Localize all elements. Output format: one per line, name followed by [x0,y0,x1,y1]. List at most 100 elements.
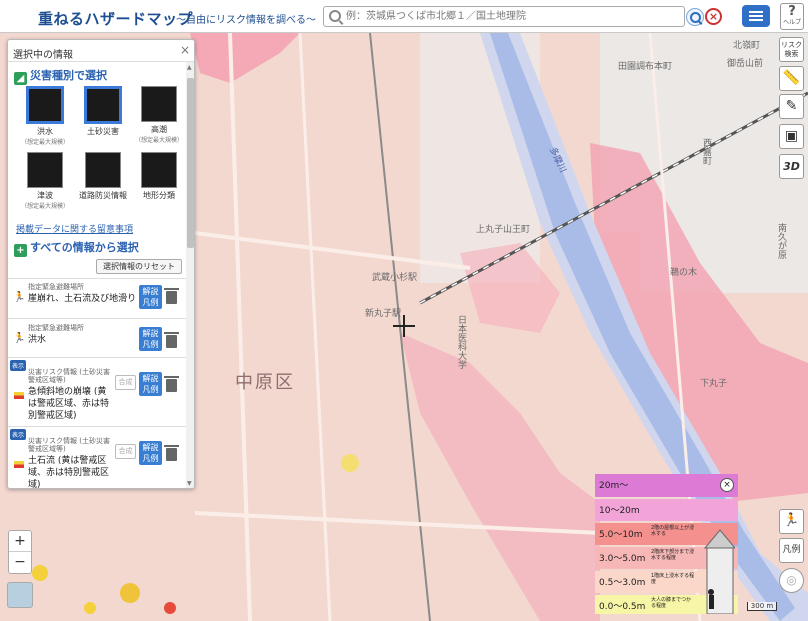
legend-close-button[interactable]: × [720,478,734,492]
legend-swatch [14,461,24,468]
legend-desc: 2階の屋根以上が浸水する [651,525,695,537]
app-header: 重ねるハザードマップ ～自由にリスク情報を調べる～ × ? ヘルプ [0,0,808,33]
toolbox-icon[interactable]: ▣ [779,124,804,149]
app-title[interactable]: 重ねるハザードマップ [38,8,193,29]
ward-label: 中原区 [235,372,295,393]
legend-value: 20m～ [599,481,629,491]
layer-name: 急傾斜地の崩壊 (黄は警戒区域、赤は特別警戒区域) [28,387,110,421]
place-label: 御岳山前 [727,59,764,69]
clear-search-button[interactable]: × [705,8,722,25]
scroll-up-icon[interactable]: ▲ [187,64,192,71]
hazard-landslide[interactable]: 土砂災害 [74,86,132,137]
hazard-label: 土砂災害 [87,127,119,136]
zoom-control: + − [8,530,32,574]
layer-category: 災害リスク情報 (土砂災害警戒区域等) [28,368,110,384]
tsunami-icon [27,152,63,188]
layer-item: 🏃 指定緊急避難場所 洪水 解説 凡例 [8,318,186,355]
delete-icon[interactable] [164,288,179,304]
zoom-in-button[interactable]: + [9,531,31,552]
hazard-tsunami[interactable]: 津波 （想定最大規模） [16,152,74,210]
pencil-icon[interactable]: ✎ [779,94,804,119]
scale-bar: 300 m [747,602,777,611]
reset-selection-button[interactable]: 選択情報のリセット [96,259,182,274]
legend-value: 10～20m [599,506,640,516]
data-notes-link[interactable]: 掲載データに関する留意事項 [16,222,133,235]
legend-button[interactable]: 解説 凡例 [139,372,162,396]
hazard-flood[interactable]: 洪水 （想定最大規模） [16,86,74,146]
landslide-icon [84,86,122,124]
visibility-badge[interactable]: 表示 [10,360,27,371]
delete-icon[interactable] [164,376,179,392]
place-label: 下丸子 [700,379,728,389]
hazard-sub: （想定最大規模） [134,137,183,144]
all-info-heading[interactable]: + すべての情報から選択 [14,239,139,257]
house-depth-icon [703,529,735,614]
flood-icon [26,86,64,124]
hazard-label: 道路防災情報 [79,191,127,200]
panel-scrollbar[interactable]: ▲ ▼ [186,62,194,488]
help-label: ヘルプ [782,19,801,26]
legend-value: 3.0～5.0m [599,554,646,564]
layer-category: 指定緊急避難場所 [28,324,84,332]
ruler-icon[interactable]: 📏 [779,66,804,91]
legend-desc: 大人の膝までつかる程度 [651,597,692,609]
layer-category: 災害リスク情報 (土砂災害警戒区域等) [28,437,110,453]
legend-value: 0.0～0.5m [599,602,646,612]
layer-category: 指定緊急避難場所 [28,283,84,291]
place-label: 武蔵小杉駅 [372,273,418,283]
plus-icon: + [14,244,27,257]
flood-depth-legend: 20m～ × 10～20m 5.0～10m 2階の屋根以上が浸水する 3.0～5… [595,474,738,614]
place-label: 田園調布本町 [618,62,673,72]
search-button[interactable] [686,8,704,26]
layer-item: 🏃 指定緊急避難場所 崖崩れ、土石流及び地滑り 解説 凡例 [8,278,186,316]
help-icon: ? [788,4,796,19]
hazard-label: 津波 [37,191,53,200]
delete-icon[interactable] [164,445,179,461]
evacuation-site-icon[interactable]: 🏃 [779,509,804,534]
hazard-road[interactable]: 道路防災情報 [74,152,132,201]
layer-item: 表示 災害リスク情報 (土砂災害警戒区域等) 土石流 (黄は警戒区域、赤は特別警… [8,426,186,489]
place-label: 西嘉町 [701,138,711,165]
panel-header: 選択中の情報 × [8,40,194,62]
legend-value: 0.5～3.0m [599,578,646,588]
hazard-terrain[interactable]: 地形分類 [130,152,188,201]
combine-button[interactable]: 合成 [115,444,136,459]
menu-button[interactable] [742,5,770,27]
scroll-thumb[interactable] [187,78,194,248]
basemap-switcher[interactable] [7,582,33,608]
layer-name: 土石流 (黄は警戒区域、赤は特別警戒区域) [28,456,110,489]
risk-search-button[interactable]: リスク検索 [779,37,804,62]
hazard-label: 高潮 [151,125,167,134]
hazard-label: 地形分類 [143,191,175,200]
selected-info-panel: 選択中の情報 × ◢ 災害種別で選択 洪水 （想定最大規模） 土砂災害 高潮 （想… [7,39,195,489]
3d-button[interactable]: 3D [779,154,804,179]
delete-icon[interactable] [164,332,179,348]
visibility-badge[interactable]: 表示 [10,429,27,440]
layer-name: 崖崩れ、土石流及び地滑り [28,294,137,304]
by-hazard-heading[interactable]: ◢ 災害種別で選択 [14,67,107,85]
legend-swatch [14,392,24,399]
legend-value: 5.0～10m [599,530,643,540]
help-button[interactable]: ? ヘルプ [780,3,804,30]
hazard-storm-surge[interactable]: 高潮 （想定最大規模） [130,86,188,144]
search-box[interactable] [323,6,685,27]
legend-toggle-button[interactable]: 凡例 [779,538,804,563]
combine-button[interactable]: 合成 [115,375,136,390]
close-icon[interactable]: × [180,43,190,57]
zoom-out-button[interactable]: − [9,552,31,573]
search-input[interactable] [346,9,676,24]
legend-button[interactable]: 解説 凡例 [139,441,162,465]
scroll-down-icon[interactable]: ▼ [187,480,192,487]
hazard-select-icon: ◢ [14,72,27,85]
legend-button[interactable]: 解説 凡例 [139,327,162,351]
road-disaster-icon [85,152,121,188]
legend-button[interactable]: 解説 凡例 [139,285,162,309]
place-label: 上丸子山王町 [476,225,531,235]
location-icon[interactable]: ◎ [779,568,804,593]
legend-desc: 1階床上浸水する程度 [651,573,695,585]
legend-row: 10～20m [595,499,738,521]
hazard-label: 洪水 [37,127,53,136]
evacuation-icon: 🏃 [13,333,26,344]
place-label: 南久が原 [776,223,786,259]
by-hazard-label: 災害種別で選択 [30,69,107,82]
